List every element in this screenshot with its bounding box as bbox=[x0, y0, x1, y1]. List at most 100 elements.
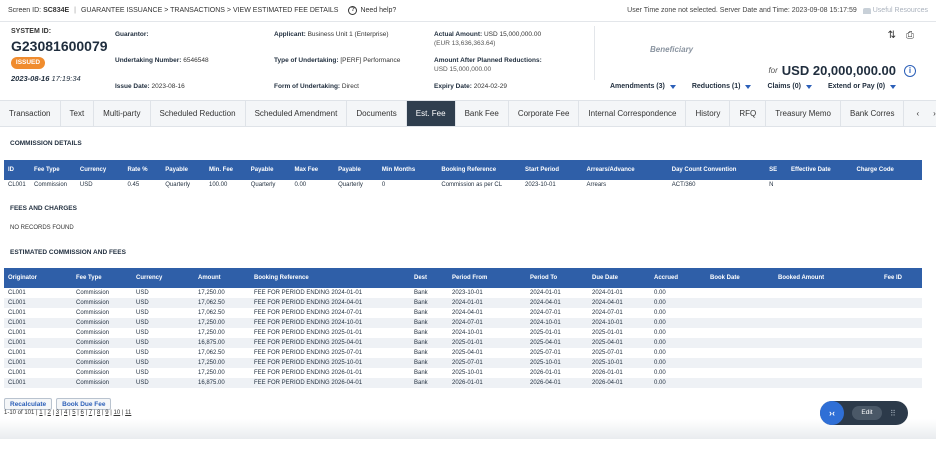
table-cell: 2026-04-01 bbox=[588, 378, 650, 388]
column-header[interactable]: Booking Reference bbox=[437, 160, 521, 180]
info-icon[interactable]: i bbox=[904, 64, 916, 77]
table-cell bbox=[706, 318, 774, 328]
claims-dropdown[interactable]: Claims (0) bbox=[767, 83, 812, 90]
help-link[interactable]: ? Need help? bbox=[348, 6, 396, 15]
collapse-toggle-button[interactable]: ›‹ bbox=[820, 401, 844, 425]
column-header[interactable]: Booked Amount bbox=[774, 268, 880, 288]
table-cell bbox=[706, 308, 774, 318]
table-cell bbox=[880, 358, 922, 368]
graduation-cap-icon bbox=[862, 7, 871, 14]
chevron-down-icon bbox=[805, 84, 812, 89]
page-link[interactable]: 11 bbox=[125, 410, 131, 416]
table-cell: Quarterly bbox=[165, 182, 190, 188]
table-cell: 0.00 bbox=[294, 182, 307, 188]
actual-amount-label: Actual Amount: bbox=[434, 31, 483, 38]
applicant-label: Applicant: bbox=[274, 31, 306, 38]
table-cell bbox=[880, 348, 922, 358]
column-header[interactable]: SE bbox=[765, 160, 787, 180]
undertaking-label: Undertaking Number: bbox=[115, 57, 182, 64]
question-icon: ? bbox=[348, 6, 358, 15]
column-header[interactable]: Payable bbox=[161, 160, 205, 180]
table-cell: 17,250.00 bbox=[198, 290, 225, 296]
tab-treasury-memo[interactable]: Treasury Memo bbox=[766, 101, 841, 126]
tab-internal-correspondence[interactable]: Internal Correspondence bbox=[579, 101, 687, 126]
edit-button[interactable]: Edit bbox=[852, 406, 882, 420]
table-cell: 0.00 bbox=[650, 318, 706, 328]
tab-documents[interactable]: Documents bbox=[347, 101, 407, 126]
table-cell: 17,062.50 bbox=[198, 350, 225, 356]
table-cell: CL001 bbox=[8, 310, 26, 316]
transaction-header: SYSTEM ID: G23081600079 ISSUED 2023-08-1… bbox=[0, 22, 936, 100]
sort-icon[interactable]: ⇅ bbox=[888, 30, 896, 41]
tab-history[interactable]: History bbox=[686, 101, 731, 126]
column-header[interactable]: Min Months bbox=[377, 160, 438, 180]
column-header[interactable]: Day Count Convention bbox=[667, 160, 766, 180]
chevron-right-icon[interactable]: › bbox=[933, 109, 936, 118]
tab-est-fee[interactable]: Est. Fee bbox=[406, 101, 456, 126]
tab-scheduled-reduction[interactable]: Scheduled Reduction bbox=[151, 101, 246, 126]
column-header[interactable]: Fee Type bbox=[72, 268, 132, 288]
tab-bank-corres[interactable]: Bank Corres bbox=[841, 101, 905, 126]
reductions-dropdown[interactable]: Reductions (1) bbox=[692, 83, 752, 90]
table-cell: 0.00 bbox=[654, 310, 666, 316]
tab-bank-fee[interactable]: Bank Fee bbox=[456, 101, 509, 126]
table-cell: Commission as per CL bbox=[441, 182, 503, 188]
table-row: CL001 Commission USD 17,250.00 FEE FOR PERIO… bbox=[4, 318, 922, 328]
useful-resources-link[interactable]: Useful Resources bbox=[862, 7, 928, 14]
column-header[interactable]: ID bbox=[4, 160, 30, 180]
table-cell: FEE FOR PERIOD ENDING 2026-04-01 bbox=[250, 378, 410, 388]
table-cell: Bank bbox=[410, 378, 448, 388]
column-header[interactable]: Amount bbox=[194, 268, 250, 288]
column-header[interactable]: Payable bbox=[246, 160, 291, 180]
table-cell: 100.00 bbox=[208, 182, 228, 188]
tab-text[interactable]: Text bbox=[61, 101, 95, 126]
column-header[interactable]: Start Period bbox=[521, 160, 583, 180]
table-cell: 0.00 bbox=[654, 290, 666, 296]
table-cell: USD bbox=[79, 182, 93, 188]
column-header[interactable]: Accrued bbox=[650, 268, 706, 288]
tab-scheduled-amendment[interactable]: Scheduled Amendment bbox=[246, 101, 348, 126]
column-header[interactable]: Fee ID bbox=[880, 268, 922, 288]
column-header[interactable]: Fee Type bbox=[29, 160, 76, 180]
column-header[interactable]: Book Date bbox=[706, 268, 774, 288]
table-cell bbox=[880, 308, 922, 318]
column-header[interactable]: Currency bbox=[75, 160, 124, 180]
book-due-fee-button[interactable]: Book Due Fee bbox=[56, 398, 112, 410]
table-cell: 0.00 bbox=[650, 358, 706, 368]
tab-rfq[interactable]: RFQ bbox=[730, 101, 767, 126]
table-cell: 17,250.00 bbox=[198, 370, 225, 376]
status-time: 17:19:34 bbox=[51, 74, 81, 83]
amendments-dropdown[interactable]: Amendments (3) bbox=[610, 83, 676, 90]
drag-handle-icon[interactable]: ⠿ bbox=[890, 409, 896, 418]
column-header[interactable]: Dest bbox=[410, 268, 448, 288]
column-header[interactable]: Effective Date bbox=[786, 160, 853, 180]
column-header[interactable]: Currency bbox=[132, 268, 194, 288]
column-header[interactable]: Payable bbox=[334, 160, 378, 180]
print-icon[interactable]: ⎙ bbox=[906, 30, 914, 41]
column-header[interactable]: Rate % bbox=[123, 160, 162, 180]
recalculate-button[interactable]: Recalculate bbox=[4, 398, 53, 410]
chevron-left-icon[interactable]: ‹ bbox=[916, 109, 919, 118]
chevron-down-icon bbox=[669, 84, 676, 89]
column-header[interactable]: Charge Code bbox=[852, 160, 922, 180]
column-header[interactable]: Min. Fee bbox=[204, 160, 247, 180]
tab-transaction[interactable]: Transaction bbox=[0, 101, 61, 126]
extend-or-pay-dropdown[interactable]: Extend or Pay (0) bbox=[828, 83, 897, 90]
column-header[interactable]: Arrears/Advance bbox=[582, 160, 668, 180]
column-header[interactable]: Due Date bbox=[588, 268, 650, 288]
table-cell: 2024-01-01 bbox=[448, 298, 526, 308]
table-cell: USD bbox=[136, 330, 149, 336]
table-cell: CL001 bbox=[8, 330, 26, 336]
column-header[interactable]: Period To bbox=[526, 268, 588, 288]
no-records-text: NO RECORDS FOUND bbox=[10, 225, 74, 231]
column-header[interactable]: Period From bbox=[448, 268, 526, 288]
table-cell: CL001 bbox=[4, 378, 72, 388]
column-header[interactable]: Originator bbox=[4, 268, 72, 288]
table-cell: CL001 bbox=[8, 182, 26, 188]
tab-corporate-fee[interactable]: Corporate Fee bbox=[509, 101, 580, 126]
table-cell bbox=[706, 288, 774, 298]
timezone-text: User Time zone not selected. Server Date… bbox=[627, 7, 857, 14]
column-header[interactable]: Booking Reference bbox=[250, 268, 410, 288]
tab-multi-party[interactable]: Multi-party bbox=[94, 101, 151, 126]
column-header[interactable]: Max Fee bbox=[290, 160, 335, 180]
